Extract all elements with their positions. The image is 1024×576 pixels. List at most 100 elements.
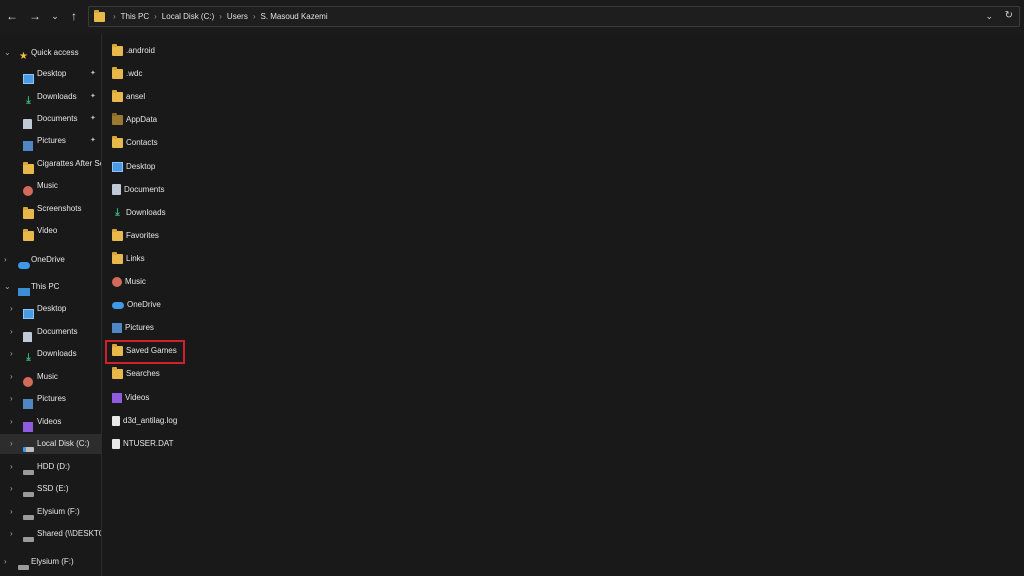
sidebar-item-hdd-d[interactable]: › HDD (D:) [0, 457, 101, 477]
file-list: .android .wdc ansel AppData Contacts Desktop D… [102, 34, 1024, 576]
folder-icon [112, 136, 123, 149]
breadcrumb-local-disk[interactable]: Local Disk (C:) [162, 12, 214, 21]
file-item[interactable]: .android [112, 42, 155, 60]
file-item[interactable]: Saved Games [112, 342, 177, 360]
breadcrumb-users[interactable]: Users [227, 12, 248, 21]
recent-locations-button[interactable]: ⌄ [48, 9, 62, 23]
file-item[interactable]: Links [112, 250, 145, 268]
chevron-right-icon[interactable]: › [10, 434, 13, 454]
documents-icon [112, 184, 121, 196]
file-item[interactable]: Favorites [112, 227, 159, 245]
up-button[interactable]: ↑ [67, 9, 81, 23]
file-item[interactable]: Music [112, 273, 146, 291]
file-item[interactable]: Desktop [112, 158, 155, 176]
sidebar-item-label: Cigarattes After Se [37, 159, 101, 168]
sidebar-item-onedrive[interactable]: › OneDrive [0, 250, 101, 270]
pin-icon[interactable]: ✦ [90, 131, 96, 151]
back-button[interactable]: ← [5, 9, 19, 23]
forward-button[interactable]: → [28, 9, 42, 23]
breadcrumb-this-pc[interactable]: This PC [121, 12, 149, 21]
navigation-bar: ← → ⌄ ↑ › This PC › Local Disk (C:) › Us… [0, 0, 1024, 34]
address-bar[interactable]: › This PC › Local Disk (C:) › Users › S.… [88, 6, 1020, 27]
chevron-right-icon[interactable]: › [4, 250, 7, 270]
file-name: Links [126, 253, 145, 263]
breadcrumb-separator-icon: › [252, 12, 256, 21]
desktop-icon [23, 74, 34, 84]
folder-icon [94, 10, 105, 22]
file-item[interactable]: Videos [112, 389, 149, 407]
sidebar-item-downloads[interactable]: › ⤓ Downloads [0, 344, 101, 364]
file-item[interactable]: ⤓ Downloads [112, 204, 165, 222]
chevron-right-icon[interactable]: › [10, 322, 13, 342]
file-item[interactable]: Pictures [112, 319, 154, 337]
sidebar-item-music[interactable]: Music [0, 176, 101, 196]
sidebar-item-screenshots[interactable]: Screenshots [0, 199, 101, 219]
sidebar-item-shared-desktoi[interactable]: › Shared (\\DESKTOI [0, 524, 101, 544]
folder-icon [112, 344, 123, 357]
chevron-right-icon[interactable]: › [10, 344, 13, 364]
sidebar-item-music[interactable]: › Music [0, 367, 101, 387]
back-arrow-icon: ← [6, 9, 18, 23]
videos-icon [23, 422, 33, 432]
folder-icon [112, 251, 123, 264]
file-item[interactable]: ansel [112, 88, 145, 106]
file-name: Searches [126, 369, 160, 379]
chevron-right-icon[interactable]: › [10, 524, 13, 544]
file-item[interactable]: Searches [112, 365, 160, 383]
folder-icon [23, 229, 34, 241]
file-item[interactable]: AppData [112, 111, 157, 129]
sidebar-item-quick-access[interactable]: ⌄ ★ Quick access [0, 43, 101, 63]
chevron-down-icon[interactable]: ⌄ [4, 277, 11, 297]
forward-arrow-icon: → [29, 9, 41, 23]
sidebar-item-pictures[interactable]: Pictures ✦ [0, 131, 101, 151]
chevron-right-icon[interactable]: › [10, 412, 13, 432]
sidebar-item-local-disk-c[interactable]: › Local Disk (C:) [0, 434, 101, 454]
sidebar-item-desktop[interactable]: › Desktop [0, 299, 101, 319]
refresh-icon[interactable]: ↻ [1005, 10, 1013, 21]
sidebar-item-videos[interactable]: › Videos [0, 412, 101, 432]
sidebar-item-elysium-f[interactable]: › Elysium (F:) [0, 502, 101, 522]
chevron-right-icon[interactable]: › [4, 552, 7, 572]
sidebar-item-label: Downloads [37, 349, 77, 358]
star-icon: ★ [19, 51, 28, 62]
sidebar-item-label: This PC [31, 282, 60, 291]
sidebar-item-desktop[interactable]: Desktop ✦ [0, 64, 101, 84]
breadcrumb-separator-icon: › [113, 12, 116, 21]
documents-icon [23, 331, 32, 342]
breadcrumb-user-folder[interactable]: S. Masoud Kazemi [260, 12, 327, 21]
sidebar-item-ssd-e[interactable]: › SSD (E:) [0, 479, 101, 499]
address-dropdown-icon[interactable]: ⌄ [985, 11, 993, 22]
file-item[interactable]: .wdc [112, 65, 142, 83]
chevron-right-icon[interactable]: › [10, 389, 13, 409]
sidebar-item-elysium-f[interactable]: › Elysium (F:) [0, 552, 101, 572]
file-item[interactable]: OneDrive [112, 296, 161, 314]
file-item[interactable]: Documents [112, 181, 164, 199]
pin-icon[interactable]: ✦ [90, 87, 96, 107]
sidebar-item-cigarattes-after-se[interactable]: Cigarattes After Se [0, 154, 101, 174]
sidebar-item-pictures[interactable]: › Pictures [0, 389, 101, 409]
sidebar-item-label: Screenshots [37, 204, 82, 213]
file-name: AppData [126, 115, 158, 125]
file-name: Documents [124, 184, 165, 194]
pin-icon[interactable]: ✦ [90, 109, 96, 129]
sidebar-item-this-pc[interactable]: ⌄ This PC [0, 277, 101, 297]
chevron-right-icon[interactable]: › [10, 367, 13, 387]
file-item[interactable]: d3d_antilag.log [112, 412, 177, 430]
chevron-right-icon[interactable]: › [10, 502, 13, 522]
pin-icon[interactable]: ✦ [90, 64, 96, 84]
chevron-down-icon[interactable]: ⌄ [4, 43, 11, 63]
sidebar-item-label: Music [37, 372, 58, 381]
sidebar-item-downloads[interactable]: ⤓ Downloads ✦ [0, 87, 101, 107]
sidebar-item-label: Video [37, 226, 58, 235]
file-item[interactable]: Contacts [112, 134, 158, 152]
sidebar-item-label: Pictures [37, 136, 66, 145]
sidebar-item-label: Music [37, 181, 58, 190]
chevron-right-icon[interactable]: › [10, 299, 13, 319]
sidebar-item-video[interactable]: Video [0, 221, 101, 241]
sidebar-item-documents[interactable]: › Documents [0, 322, 101, 342]
chevron-right-icon[interactable]: › [10, 457, 13, 477]
file-item[interactable]: NTUSER.DAT [112, 435, 174, 453]
sidebar-item-documents[interactable]: Documents ✦ [0, 109, 101, 129]
music-icon [112, 277, 122, 287]
chevron-right-icon[interactable]: › [10, 479, 13, 499]
